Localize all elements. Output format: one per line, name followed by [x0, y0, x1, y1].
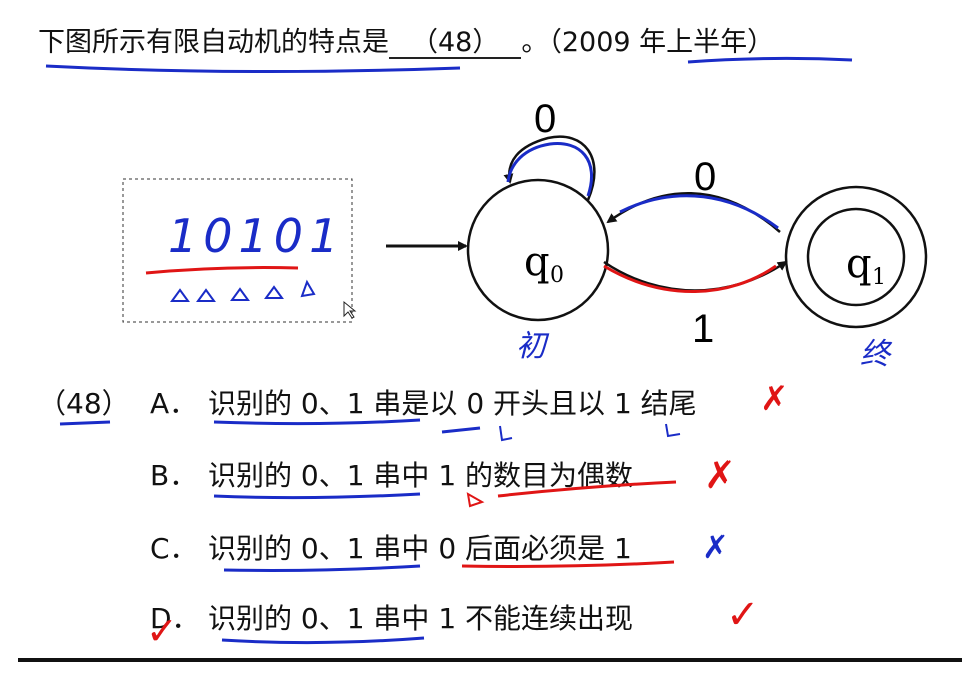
- option-a-mark: ✗: [760, 379, 789, 419]
- option-b-underline-red: [497, 480, 677, 498]
- state-q1-name: q: [846, 241, 872, 287]
- edge-q0-q1-ink: [603, 264, 777, 293]
- option-b-mark: [466, 492, 485, 508]
- option-a-mark-2: [665, 423, 681, 438]
- option-c-mark: ✗: [702, 528, 729, 566]
- final-note: 终: [860, 337, 893, 372]
- number-underline: [59, 420, 111, 426]
- option-b-mark-x: ✗: [704, 453, 736, 497]
- triangle-marks: [170, 279, 316, 302]
- option-c-underline: [223, 564, 421, 572]
- option-d-check-right: ✓: [726, 592, 760, 638]
- self-loop-q0: [503, 135, 596, 201]
- initial-note: 初: [516, 329, 550, 364]
- bottom-rule: [18, 658, 962, 662]
- self-loop-q0-label: 0: [534, 97, 556, 141]
- option-d-check-left: ✓: [146, 609, 178, 653]
- question-underline-mark: [45, 64, 461, 74]
- automaton-diagram: 10101 q 0 q 1 0 0 1 初 终 ✗ ✗ ✗ ✓ ✓: [45, 56, 928, 653]
- option-a-dash: [441, 426, 481, 434]
- option-d-underline: [221, 636, 425, 645]
- state-q1-sub: 1: [872, 265, 886, 290]
- option-a-mark-1: [499, 425, 513, 442]
- edge-q0-q1-label: 1: [692, 307, 714, 351]
- option-b-underline: [213, 492, 421, 500]
- cursor-icon: [343, 300, 357, 319]
- sample-string: 10101: [168, 209, 344, 263]
- sample-underline: [145, 266, 299, 275]
- option-c-underline-red: [461, 560, 675, 568]
- state-q0-name: q: [524, 239, 550, 285]
- edge-q1-q0-label: 0: [694, 155, 716, 199]
- year-underline-mark: [687, 56, 853, 64]
- state-q0-sub: 0: [550, 263, 564, 288]
- option-a-underline: [213, 418, 421, 426]
